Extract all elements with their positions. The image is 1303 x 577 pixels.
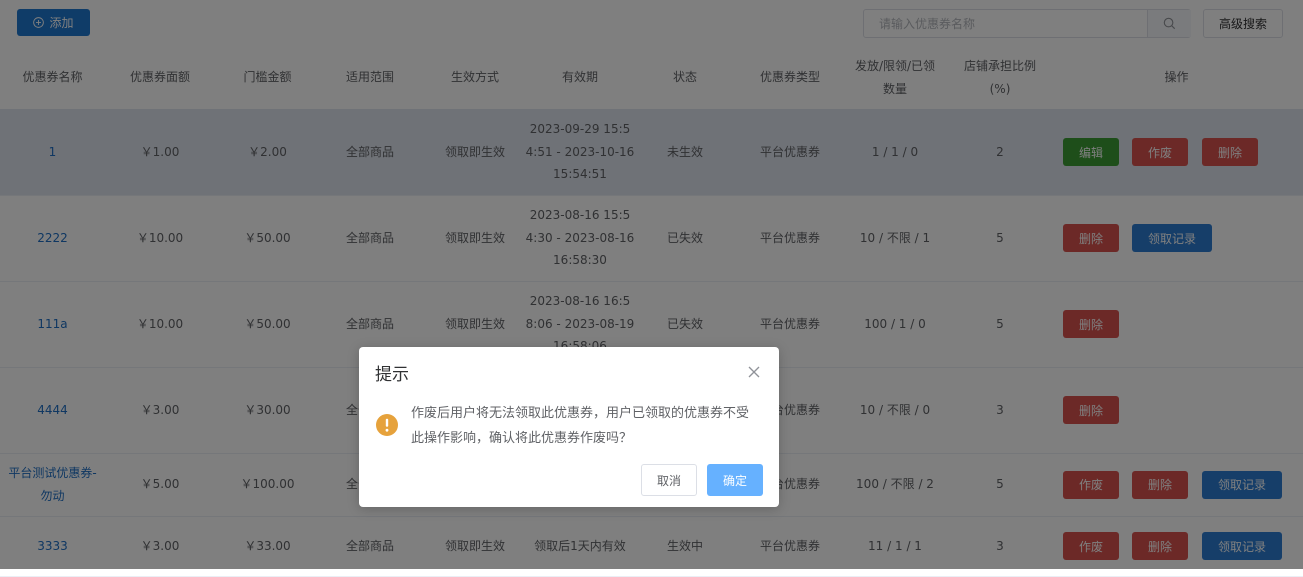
dialog-title: 提示 [375, 365, 409, 385]
cancel-button[interactable]: 取消 [641, 464, 697, 496]
dialog-message: 作废后用户将无法领取此优惠券，用户已领取的优惠券不受此操作影响，确认将此优惠券作… [411, 406, 750, 446]
confirm-button[interactable]: 确定 [707, 464, 763, 496]
warning-icon [376, 414, 398, 436]
close-icon[interactable] [747, 365, 761, 379]
confirm-dialog: 提示 作废后用户将无法领取此优惠券，用户已领取的优惠券不受此操作影响，确认将此优… [359, 347, 779, 507]
